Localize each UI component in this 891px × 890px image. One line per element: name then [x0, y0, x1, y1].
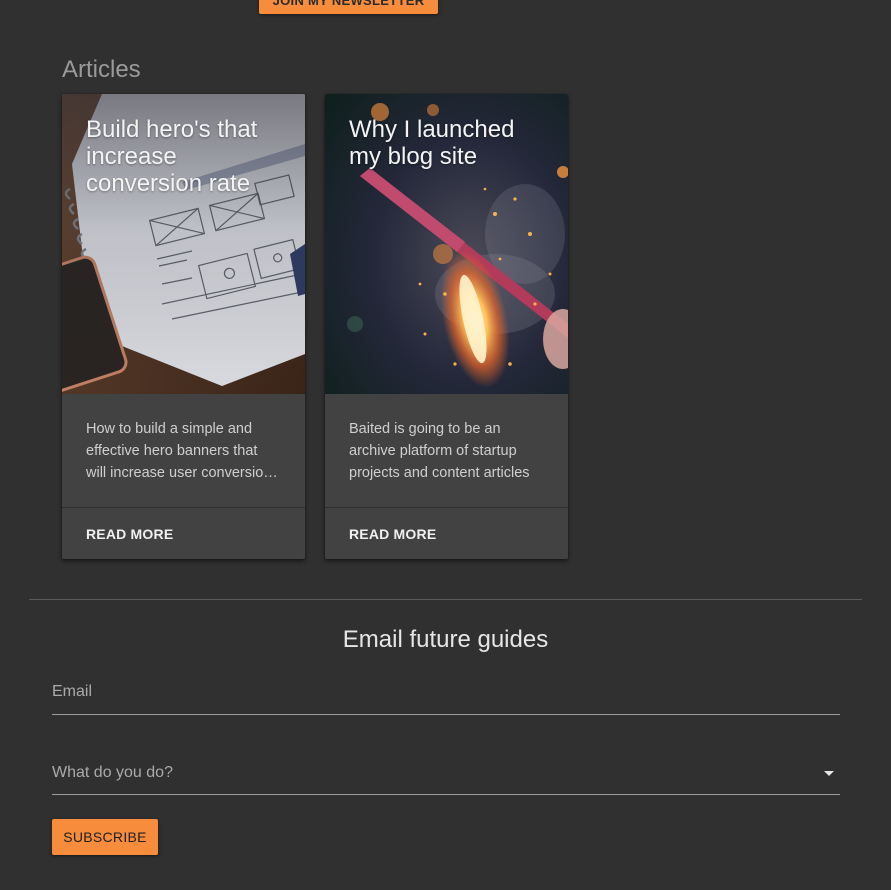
email-field-wrapper	[52, 676, 840, 715]
articles-section-title: Articles	[62, 56, 141, 83]
article-excerpt: Baited is going to be an archive platfor…	[325, 394, 568, 507]
notebook-wireframe-image: Build hero's that increase conversion ra…	[62, 94, 305, 394]
section-divider	[29, 599, 862, 600]
card-actions: READ MORE	[325, 507, 568, 559]
card-actions: READ MORE	[62, 507, 305, 559]
sparkler-image: Why I launched my blog site	[325, 94, 568, 394]
subscribe-form-title: Email future guides	[342, 626, 549, 653]
article-title: Build hero's that increase conversion ra…	[86, 116, 258, 197]
role-select[interactable]: What do you do?	[52, 756, 840, 795]
subscribe-button[interactable]: SUBSCRIBE	[52, 819, 158, 855]
article-title: Why I launched my blog site	[349, 116, 515, 170]
read-more-button[interactable]: READ MORE	[349, 526, 436, 542]
article-excerpt-text: How to build a simple and effective hero…	[86, 421, 272, 481]
article-excerpt-text: Baited is going to be an archive platfor…	[349, 421, 530, 481]
caret-down-icon	[824, 771, 834, 776]
article-card: Build hero's that increase conversion ra…	[62, 94, 305, 559]
email-field[interactable]	[52, 676, 840, 714]
join-newsletter-button[interactable]: JOIN MY NEWSLETTER	[259, 0, 438, 14]
role-select-value: What do you do?	[52, 764, 173, 781]
page: JOIN MY NEWSLETTER Articles Build hero's…	[0, 0, 891, 890]
read-more-button[interactable]: READ MORE	[86, 526, 173, 542]
article-card: Why I launched my blog site Baited is go…	[325, 94, 568, 559]
article-excerpt: How to build a simple and effective hero…	[62, 394, 305, 507]
